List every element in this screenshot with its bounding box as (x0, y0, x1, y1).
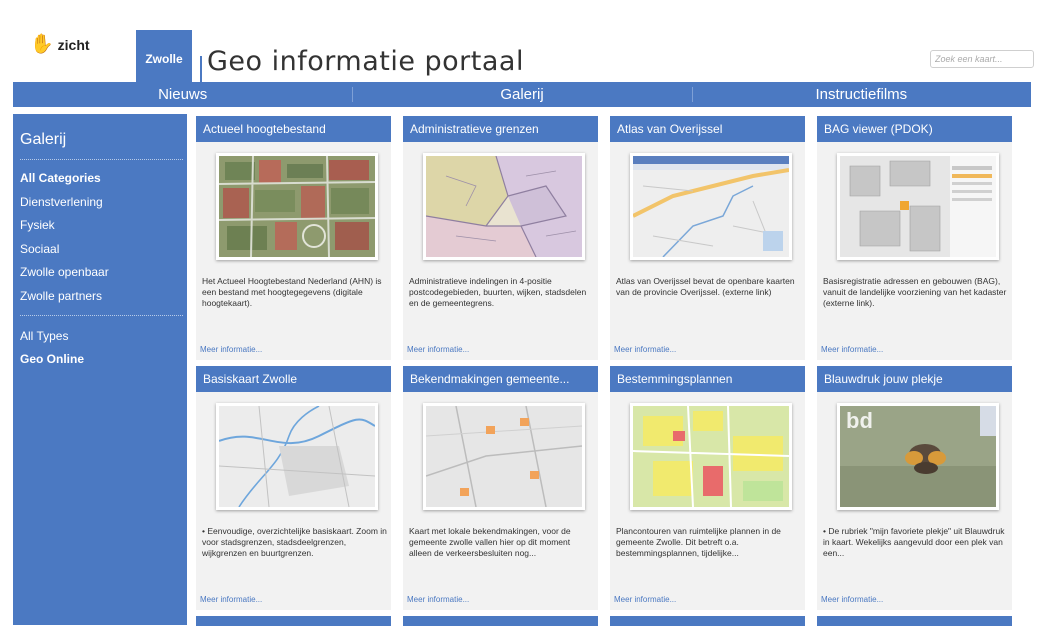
more-info-link[interactable]: Meer informatie... (614, 595, 676, 604)
announcements-map-image (426, 406, 582, 507)
sidebar-item-geo-online[interactable]: Geo Online (20, 352, 84, 366)
card-title[interactable]: Basiskaart Zwolle (196, 366, 391, 392)
card-description: Kaart met lokale bekendmakingen, voor de… (409, 526, 571, 558)
card-thumbnail[interactable] (423, 153, 585, 260)
sidebar-divider (20, 159, 183, 160)
admin-boundaries-image (426, 156, 582, 257)
sidebar: Galerij All Categories Dienstverlening F… (13, 114, 187, 625)
gallery-card[interactable]: Administratieve grenzen Administratieve … (403, 116, 598, 360)
gallery-card[interactable]: Bekendmakingen gemeente... Kaart met lok… (403, 366, 598, 610)
card-description: • Eenvoudige, overzichtelijke basiskaart… (202, 526, 387, 558)
card-title[interactable]: BAG viewer (PDOK) (817, 116, 1012, 142)
main-nav: Nieuws Galerij Instructiefilms (13, 82, 1031, 107)
card-title[interactable]: Administratieve grenzen (403, 116, 598, 142)
card-description: Het Actueel Hoogtebestand Nederland (AHN… (202, 276, 382, 308)
more-info-link[interactable]: Meer informatie... (821, 595, 883, 604)
gallery-card[interactable]: BAG viewer (PDOK) Basisregistratie adres… (817, 116, 1012, 360)
title-divider (200, 56, 202, 84)
atlas-map-image (633, 156, 789, 257)
card-thumbnail[interactable] (216, 403, 378, 510)
bag-viewer-image (840, 156, 996, 257)
gallery-card[interactable]: Atlas van Overijssel Atlas van Overijsse… (610, 116, 805, 360)
search-input[interactable] (930, 50, 1034, 68)
more-info-link[interactable]: Meer informatie... (200, 345, 262, 354)
gallery-card[interactable]: Actueel hoogtebestand Het Actueel Hoogte… (196, 116, 391, 360)
card-title[interactable]: Bekendmakingen gemeente... (403, 366, 598, 392)
card-thumbnail[interactable]: bd (837, 403, 999, 510)
card-description: Basisregistratie adressen en gebouwen (B… (823, 276, 1007, 308)
header: ✋ zicht Zwolle Geo informatie portaal (0, 10, 1043, 87)
card-description: Plancontouren van ruimtelijke plannen in… (616, 526, 781, 558)
sidebar-item-dienstverlening[interactable]: Dienstverlening (20, 195, 103, 209)
gallery-card[interactable]: Bestemmingsplannen Plancontouren van rui… (610, 366, 805, 610)
sidebar-item-sociaal[interactable]: Sociaal (20, 242, 59, 256)
more-info-link[interactable]: Meer informatie... (821, 345, 883, 354)
butterfly-photo-image: bd (840, 406, 996, 507)
nav-instructiefilms[interactable]: Instructiefilms (691, 82, 1031, 107)
nav-galerij[interactable]: Galerij (352, 82, 691, 107)
gallery-card[interactable]: Basiskaart Zwolle • Eenvoudige, overzich… (196, 366, 391, 610)
card-description: Administratieve indelingen in 4-positie … (409, 276, 587, 308)
sidebar-item-zwolle-openbaar[interactable]: Zwolle openbaar (20, 265, 109, 279)
sidebar-item-all-categories[interactable]: All Categories (20, 171, 101, 185)
more-info-link[interactable]: Meer informatie... (200, 595, 262, 604)
more-info-link[interactable]: Meer informatie... (407, 345, 469, 354)
basemap-image (219, 406, 375, 507)
card-description: • De rubriek "mijn favoriete plekje" uit… (823, 526, 1005, 558)
card-title[interactable]: Actueel hoogtebestand (196, 116, 391, 142)
aerial-map-image (219, 156, 375, 257)
sidebar-title: Galerij (20, 131, 67, 148)
zoning-plan-image (633, 406, 789, 507)
card-thumbnail[interactable] (216, 153, 378, 260)
page-title: Geo informatie portaal (207, 46, 524, 77)
gallery-card[interactable]: Blauwdruk jouw plekje bd • De rubriek "m… (817, 366, 1012, 610)
bd-logo: bd (846, 408, 873, 433)
zicht-logo[interactable]: ✋ zicht (30, 35, 90, 54)
zwolle-badge-label: Zwolle (145, 51, 183, 66)
sidebar-item-zwolle-partners[interactable]: Zwolle partners (20, 289, 102, 303)
logo-text: zicht (57, 36, 90, 53)
nav-nieuws[interactable]: Nieuws (13, 82, 352, 107)
zwolle-badge[interactable]: Zwolle (136, 30, 192, 87)
more-info-link[interactable]: Meer informatie... (614, 345, 676, 354)
card-thumbnail[interactable] (423, 403, 585, 510)
top-border (0, 0, 1043, 10)
hand-icon: ✋ (30, 33, 54, 55)
sidebar-item-fysiek[interactable]: Fysiek (20, 218, 55, 232)
card-thumbnail[interactable] (837, 153, 999, 260)
card-description: Atlas van Overijssel bevat de openbare k… (616, 276, 795, 297)
card-title[interactable]: Atlas van Overijssel (610, 116, 805, 142)
sidebar-item-all-types[interactable]: All Types (20, 329, 68, 343)
card-title[interactable]: Blauwdruk jouw plekje (817, 366, 1012, 392)
card-thumbnail[interactable] (630, 153, 792, 260)
more-info-link[interactable]: Meer informatie... (407, 595, 469, 604)
card-thumbnail[interactable] (630, 403, 792, 510)
sidebar-divider (20, 315, 183, 316)
card-title[interactable]: Bestemmingsplannen (610, 366, 805, 392)
